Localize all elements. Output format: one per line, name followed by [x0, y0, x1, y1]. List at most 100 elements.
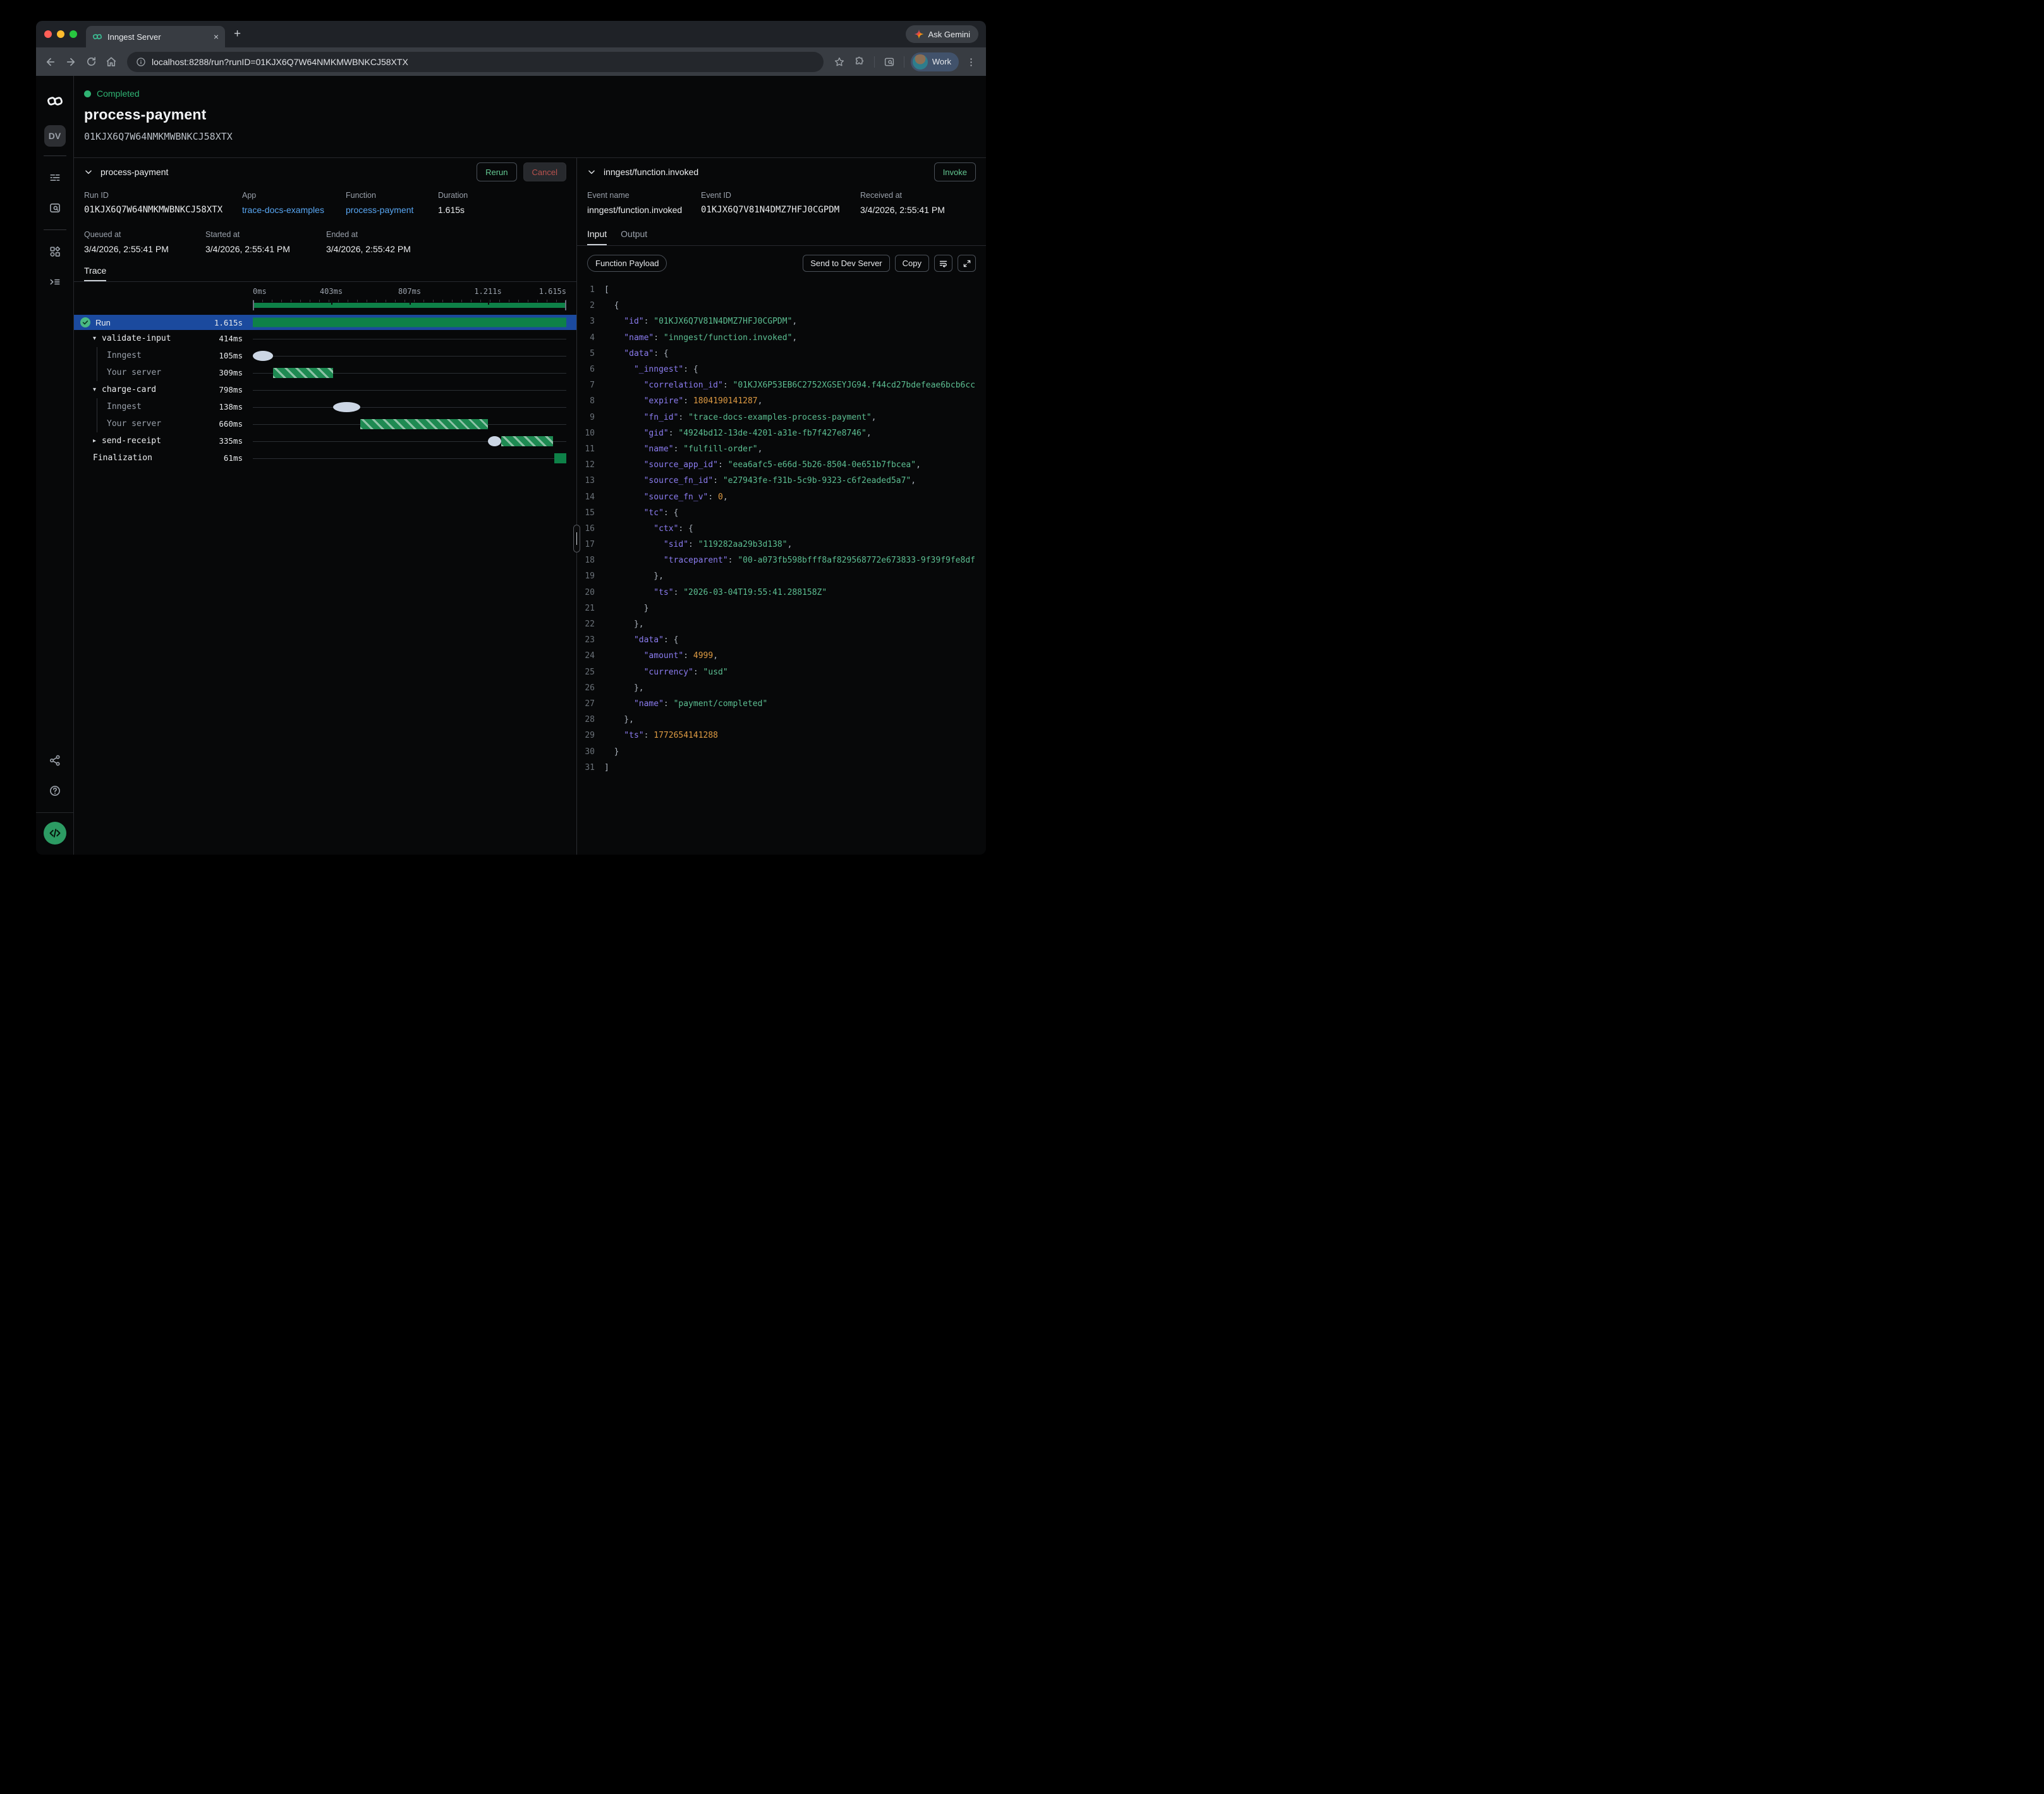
code-line: 27"name": "payment/completed": [577, 696, 986, 712]
new-tab-button[interactable]: +: [234, 27, 241, 41]
dev-tools-button[interactable]: [44, 822, 66, 845]
page-title: process-payment: [84, 106, 976, 123]
address-bar[interactable]: localhost:8288/run?runID=01KJX6Q7W64NMKM…: [127, 52, 824, 72]
trace-row-timeline: [253, 415, 566, 432]
span-bar-solid[interactable]: [554, 453, 566, 463]
trace-row-duration: 309ms: [207, 368, 243, 377]
profile-button[interactable]: Work: [911, 52, 959, 71]
trace-row-charge-card[interactable]: ▾charge-card798ms: [74, 381, 576, 398]
sidebar-item-apps[interactable]: [44, 240, 66, 263]
main-content: Completed process-payment 01KJX6Q7W64NMK…: [74, 76, 986, 855]
sidebar-divider: [44, 229, 66, 230]
trace-panel-title: process-payment: [100, 167, 168, 177]
queued-label: Queued at: [84, 230, 205, 239]
share-icon[interactable]: [44, 749, 66, 772]
trace-row-duration: 335ms: [207, 436, 243, 446]
code-line: 1[: [577, 282, 986, 298]
trace-row-inngest[interactable]: Inngest138ms: [74, 398, 576, 415]
code-line: 2{: [577, 298, 986, 314]
span-bar-light[interactable]: [253, 351, 273, 361]
invoke-button[interactable]: Invoke: [934, 162, 976, 181]
line-number: 20: [581, 588, 595, 597]
trace-row-duration: 798ms: [207, 385, 243, 394]
sidebar-item-runs[interactable]: [44, 166, 66, 189]
expand-icon[interactable]: [958, 255, 976, 272]
tab-input[interactable]: Input: [587, 229, 607, 245]
received-at-value: 3/4/2026, 2:55:41 PM: [860, 205, 976, 215]
sidebar-item-search[interactable]: [44, 197, 66, 219]
trace-row-your-server[interactable]: Your server309ms: [74, 364, 576, 381]
line-number: 6: [581, 365, 595, 374]
home-icon[interactable]: [103, 54, 119, 70]
span-bar-hatched[interactable]: [273, 368, 333, 378]
help-icon[interactable]: [44, 779, 66, 802]
collapse-chevron-icon[interactable]: [84, 168, 93, 176]
trace-row-duration: 61ms: [207, 453, 243, 463]
browser-window: Inngest Server × + Ask Gemini: [36, 21, 986, 855]
payload-code-editor[interactable]: 1[2{3"id": "01KJX6Q7V81N4DMZ7HFJ0CGPDM",…: [577, 282, 986, 776]
event-name-label: Event name: [587, 191, 701, 200]
span-bar-solid[interactable]: [253, 318, 566, 327]
line-number: 14: [581, 492, 595, 502]
tab-output[interactable]: Output: [621, 229, 647, 245]
code-line: 25"currency": "usd": [577, 664, 986, 680]
app-link[interactable]: trace-docs-examples: [242, 205, 346, 215]
code-line: 28},: [577, 712, 986, 728]
forward-icon[interactable]: [63, 54, 79, 70]
started-label: Started at: [205, 230, 326, 239]
minimize-window-button[interactable]: [57, 30, 64, 38]
inngest-logo-icon[interactable]: [44, 90, 66, 113]
trace-row-inngest[interactable]: Inngest105ms: [74, 347, 576, 364]
trace-row-your-server[interactable]: Your server660ms: [74, 415, 576, 432]
code-line: 5"data": {: [577, 346, 986, 362]
send-to-dev-server-button[interactable]: Send to Dev Server: [803, 255, 889, 272]
trace-row-send-receipt[interactable]: ▸send-receipt335ms: [74, 432, 576, 449]
code-line: 22},: [577, 616, 986, 632]
function-link[interactable]: process-payment: [346, 205, 438, 215]
ask-gemini-button[interactable]: Ask Gemini: [906, 25, 978, 43]
collapse-chevron-icon[interactable]: [587, 168, 596, 176]
span-bar-light[interactable]: [333, 402, 360, 412]
line-number: 12: [581, 460, 595, 470]
axis-tick-label: 1.211s: [474, 287, 501, 296]
rerun-button[interactable]: Rerun: [477, 162, 516, 181]
axis-tick-label: 403ms: [320, 287, 343, 296]
trace-panel: process-payment Rerun Cancel Run ID 01KJ…: [74, 158, 577, 855]
chevron-down-icon[interactable]: ▾: [93, 386, 102, 393]
browser-menu-icon[interactable]: ⋮: [963, 56, 980, 68]
chevron-right-icon[interactable]: ▸: [93, 437, 102, 444]
trace-row-run[interactable]: Run1.615s: [74, 315, 576, 330]
tab-trace[interactable]: Trace: [84, 265, 106, 281]
code-line: 11"name": "fulfill-order",: [577, 441, 986, 457]
line-number: 10: [581, 429, 595, 438]
browser-tab[interactable]: Inngest Server ×: [86, 26, 225, 47]
trace-row-validate-input[interactable]: ▾validate-input414ms: [74, 330, 576, 347]
tab-close-icon[interactable]: ×: [214, 32, 219, 42]
span-bar-light[interactable]: [488, 436, 501, 446]
sidebar-item-terminal[interactable]: [44, 271, 66, 293]
cancel-button[interactable]: Cancel: [523, 162, 566, 181]
span-bar-hatched[interactable]: [501, 436, 553, 446]
trace-row-duration: 105ms: [207, 351, 243, 360]
code-line: 15"tc": {: [577, 505, 986, 521]
back-icon[interactable]: [42, 54, 59, 70]
copy-button[interactable]: Copy: [895, 255, 929, 272]
inngest-app: DV: [36, 76, 986, 855]
side-panel-search-icon[interactable]: [881, 54, 897, 70]
function-payload-pill[interactable]: Function Payload: [587, 255, 667, 272]
reload-icon[interactable]: [83, 54, 99, 70]
trace-minimap[interactable]: [253, 300, 566, 311]
code-line: 13"source_fn_id": "e27943fe-f31b-5c9b-93…: [577, 473, 986, 489]
chevron-down-icon[interactable]: ▾: [93, 335, 102, 342]
span-bar-hatched[interactable]: [360, 419, 489, 429]
maximize-window-button[interactable]: [70, 30, 77, 38]
panel-resize-handle[interactable]: [573, 525, 580, 552]
word-wrap-icon[interactable]: [934, 255, 952, 272]
site-info-icon[interactable]: [136, 57, 146, 67]
profile-label: Work: [932, 57, 951, 66]
workspace-badge[interactable]: DV: [44, 125, 66, 147]
close-window-button[interactable]: [44, 30, 52, 38]
extensions-icon[interactable]: [851, 54, 868, 70]
bookmark-star-icon[interactable]: [831, 54, 848, 70]
trace-row-finalization[interactable]: Finalization61ms: [74, 449, 576, 467]
